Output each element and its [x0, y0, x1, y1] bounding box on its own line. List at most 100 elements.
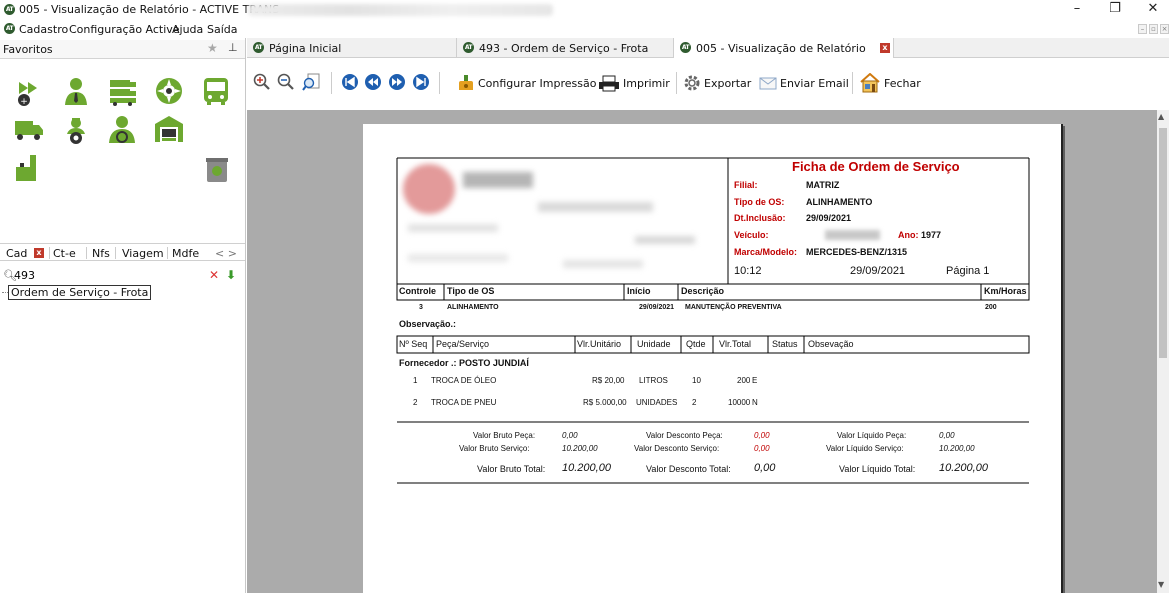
close-label: Fechar — [884, 76, 921, 90]
recycle-bin-icon[interactable] — [204, 156, 230, 184]
tire-icon[interactable] — [154, 76, 184, 106]
send-email-label: Enviar Email — [780, 76, 849, 90]
close-report-button[interactable]: Fechar — [859, 72, 921, 94]
home-exit-icon — [860, 73, 880, 93]
first-page-icon[interactable] — [341, 73, 359, 91]
tab-separator — [115, 247, 116, 259]
truck-icon[interactable] — [14, 114, 44, 144]
vertical-scrollbar[interactable]: ▲ ▼ — [1157, 110, 1169, 593]
driver-icon[interactable] — [107, 114, 137, 144]
fornecedor: Fornecedor .: POSTO JUNDIAÍ — [399, 358, 529, 368]
svg-text:+: + — [20, 97, 28, 107]
menu-ajuda[interactable]: Ajuda — [172, 23, 203, 36]
scroll-up-icon[interactable]: ▲ — [1158, 112, 1164, 121]
star-icon[interactable]: ★ — [207, 41, 218, 55]
minimize-button[interactable]: – — [1062, 0, 1092, 20]
item-vlr-unitario: R$ 20,00 — [592, 376, 625, 385]
left-tab-nfs[interactable]: Nfs — [92, 247, 110, 260]
bruto-servico-value: 10.200,00 — [562, 444, 598, 453]
left-tab-viagem[interactable]: Viagem — [122, 247, 164, 260]
zoom-out-icon[interactable] — [277, 73, 295, 91]
close-icon[interactable]: x — [34, 248, 44, 258]
tab-visualizacao-relatorio[interactable]: AT 005 - Visualização de Relatório x — [674, 38, 894, 58]
menu-cadastro[interactable]: Cadastro — [19, 23, 68, 36]
marca-modelo-value: MERCEDES-BENZ/1315 — [806, 247, 908, 257]
item-peca: TROCA DE PNEU — [431, 398, 497, 407]
veiculo-label: Veículo: — [734, 230, 769, 240]
search-input[interactable] — [14, 267, 199, 283]
mdi-minimize-button[interactable]: – — [1138, 24, 1147, 34]
left-tab-cte[interactable]: Ct-e — [53, 247, 76, 260]
redacted-vehicle-plate — [825, 230, 880, 240]
zoom-in-icon[interactable] — [253, 73, 271, 91]
scroll-thumb[interactable] — [1159, 128, 1167, 358]
mdi-restore-button[interactable]: ▫ — [1149, 24, 1158, 34]
report-time: 10:12 — [734, 265, 762, 277]
fleet-icon[interactable] — [108, 76, 138, 106]
gear-icon — [684, 75, 700, 91]
item-unidade: LITROS — [639, 376, 668, 385]
zoom-fit-icon[interactable] — [302, 73, 320, 91]
print-button[interactable]: Imprimir — [598, 72, 670, 94]
desc-servico-label: Valor Desconto Serviço: — [634, 444, 720, 453]
mdi-close-button[interactable]: × — [1160, 24, 1169, 34]
send-email-button[interactable]: Enviar Email — [759, 72, 849, 94]
print-settings-icon — [459, 75, 473, 90]
envelope-icon — [759, 77, 777, 90]
items-header-vlr-total: Vlr.Total — [719, 339, 752, 349]
pin-icon[interactable]: ⊥ — [228, 41, 238, 54]
menu-configuracao-active[interactable]: Configuração Active — [69, 23, 180, 36]
redacted-company-info — [408, 254, 508, 262]
bus-icon[interactable] — [201, 76, 231, 106]
previous-page-icon[interactable] — [364, 73, 382, 91]
tab-scroll-arrows[interactable]: < > — [215, 247, 237, 260]
toolbar-separator — [331, 72, 332, 94]
redacted-company-info — [563, 260, 643, 268]
desc-peca-value: 0,00 — [754, 431, 770, 440]
factory-icon[interactable] — [14, 153, 44, 183]
report-page: Ficha de Ordem de Serviço Filial: MATRIZ… — [363, 124, 1063, 593]
left-tab-cad[interactable]: Cad — [6, 247, 27, 260]
export-button[interactable]: Exportar — [683, 72, 751, 94]
redacted-company-info — [635, 236, 695, 244]
configure-print-button[interactable]: Configurar Impressão — [457, 72, 596, 94]
tab-ordem-servico[interactable]: AT 493 - Ordem de Serviço - Frota — [457, 38, 674, 58]
report-date: 29/09/2021 — [850, 265, 906, 277]
os-cell-descricao: MANUTENÇÃO PREVENTIVA — [685, 304, 782, 311]
next-page-icon[interactable] — [388, 73, 406, 91]
toolbar-separator — [852, 72, 853, 94]
liq-total-value: 10.200,00 — [939, 462, 988, 474]
liq-peca-label: Valor Líquido Peça: — [837, 431, 907, 440]
driver-add-icon[interactable]: + — [16, 78, 46, 108]
scroll-down-icon[interactable]: ▼ — [1158, 580, 1164, 589]
mechanic-icon[interactable] — [61, 116, 91, 146]
item-seq: 2 — [413, 398, 418, 407]
tab-pagina-inicial[interactable]: AT Página Inicial — [247, 38, 457, 58]
configure-print-label: Configurar Impressão — [478, 76, 597, 90]
filial-value: MATRIZ — [806, 180, 840, 190]
redacted-company-info — [408, 224, 498, 232]
close-button[interactable]: ✕ — [1138, 0, 1168, 20]
item-unidade: UNIDADES — [636, 398, 678, 407]
tab-label: 493 - Ordem de Serviço - Frota — [479, 42, 649, 55]
clear-search-icon[interactable]: ✕ — [209, 268, 219, 282]
redacted-company-name — [463, 172, 533, 188]
last-page-icon[interactable] — [412, 73, 430, 91]
left-tab-mdfe[interactable]: Mdfe — [172, 247, 199, 260]
app-logo-icon: AT — [680, 42, 691, 53]
os-header-controle: Controle — [399, 286, 436, 296]
menu-saida[interactable]: Saída — [207, 23, 238, 36]
close-icon[interactable]: x — [880, 43, 890, 53]
user-icon[interactable] — [61, 76, 91, 106]
tree-item-ordem-servico[interactable]: Ordem de Serviço - Frota — [8, 285, 152, 300]
item-qtde: 2 — [692, 398, 697, 407]
filial-label: Filial: — [734, 180, 758, 190]
desc-peca-label: Valor Desconto Peça: — [646, 431, 723, 440]
redacted-title-region — [248, 4, 553, 16]
report-preview-area[interactable]: Ficha de Ordem de Serviço Filial: MATRIZ… — [247, 110, 1157, 593]
go-arrow-icon[interactable]: ⬇ — [226, 268, 236, 282]
maximize-button[interactable]: ❐ — [1100, 0, 1130, 20]
ano-label: Ano: — [898, 230, 919, 240]
marca-modelo-label: Marca/Modelo: — [734, 247, 798, 257]
garage-icon[interactable] — [154, 114, 184, 144]
